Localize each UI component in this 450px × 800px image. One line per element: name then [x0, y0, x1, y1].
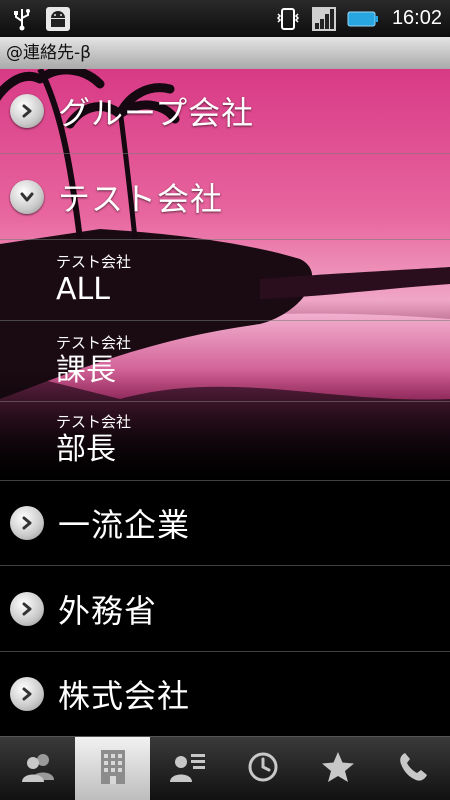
subgroup-company: テスト会社	[56, 412, 132, 431]
contact-group-list: グループ会社 テスト会社 テスト会社 ALL テスト会社 課長 テスト会社 部長…	[0, 69, 450, 736]
battery-icon	[346, 5, 380, 33]
chevron-right-icon	[10, 677, 44, 711]
subgroup-title: 部長	[56, 431, 116, 467]
history-tab[interactable]	[225, 737, 300, 800]
phone-icon	[397, 751, 429, 787]
usb-icon	[8, 5, 36, 33]
clock-icon	[247, 751, 279, 787]
contact-list-icon	[169, 750, 207, 788]
group-label: テスト会社	[58, 180, 224, 218]
contacts-tab[interactable]	[0, 737, 75, 800]
subgroup-company: テスト会社	[56, 333, 132, 352]
group-row-expanded[interactable]: テスト会社	[0, 155, 450, 240]
lists-tab[interactable]	[150, 737, 225, 800]
people-icon	[20, 750, 56, 788]
subgroup-title: 課長	[56, 352, 116, 388]
chevron-right-icon	[10, 592, 44, 626]
group-row[interactable]: 外務省	[0, 567, 450, 652]
building-icon	[98, 748, 128, 790]
vibrate-icon	[274, 5, 302, 33]
android-debug-icon	[44, 5, 72, 33]
signal-icon	[310, 5, 338, 33]
group-row[interactable]: グループ会社	[0, 69, 450, 154]
status-clock: 16:02	[391, 7, 442, 29]
subgroup-row[interactable]: テスト会社 部長	[0, 401, 450, 481]
chevron-down-icon	[10, 180, 44, 214]
chevron-right-icon	[10, 94, 44, 128]
group-label: 外務省	[58, 592, 158, 630]
star-icon	[321, 751, 355, 787]
group-label: 一流企業	[58, 506, 191, 544]
subgroup-company: テスト会社	[56, 252, 132, 271]
group-label: 株式会社	[58, 677, 191, 715]
phone-tab[interactable]	[375, 737, 450, 800]
group-row[interactable]: 株式会社	[0, 652, 450, 736]
favorites-tab[interactable]	[300, 737, 375, 800]
subgroup-row[interactable]: テスト会社 課長	[0, 322, 450, 402]
app-title: @連絡先-β	[0, 37, 450, 69]
bottom-tab-bar	[0, 736, 450, 800]
group-label: グループ会社	[58, 94, 255, 132]
subgroup-row[interactable]: テスト会社 ALL	[0, 241, 450, 321]
chevron-right-icon	[10, 506, 44, 540]
group-row[interactable]: 一流企業	[0, 481, 450, 566]
status-bar: 16:02	[0, 0, 450, 37]
subgroup-title: ALL	[56, 271, 110, 307]
groups-tab[interactable]	[75, 737, 150, 800]
